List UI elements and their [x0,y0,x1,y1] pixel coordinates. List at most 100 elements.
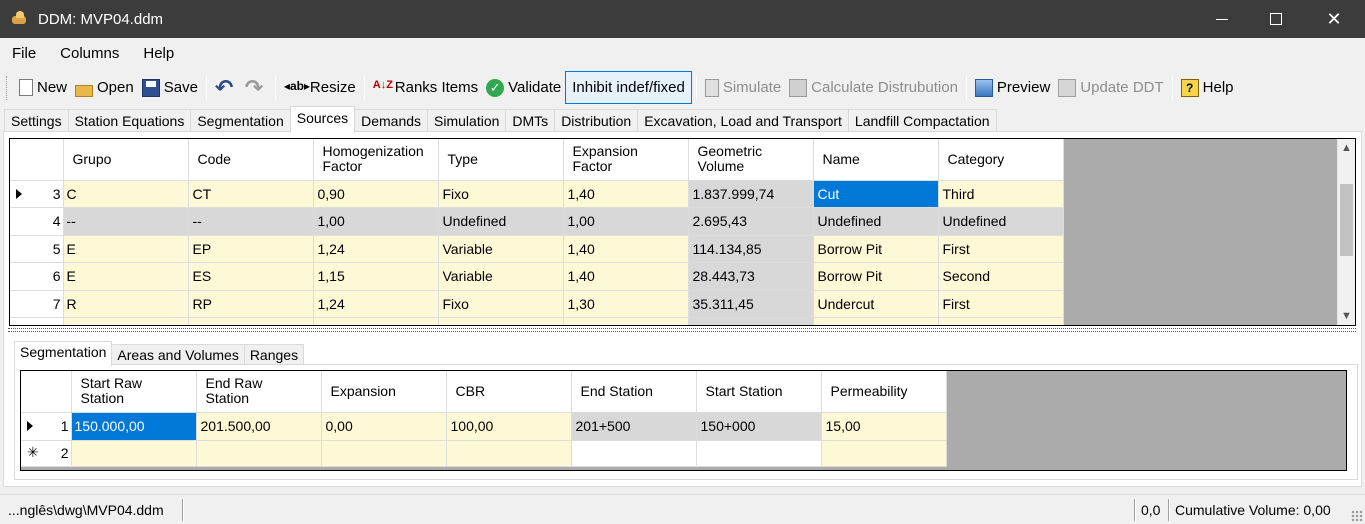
row-header-corner[interactable] [21,371,72,413]
grid-cell[interactable]: 1,00 [563,207,689,236]
sources-column-header[interactable]: Expansion Factor [563,139,689,181]
sources-column-header[interactable]: Category [938,139,1064,181]
validate-button[interactable]: ✓ Validate [482,72,565,104]
grid-cell[interactable]: First [938,235,1064,263]
grid-cell[interactable] [63,317,189,325]
segmentation-column-header[interactable]: Start Station [696,371,822,413]
sources-column-header[interactable]: Name [813,139,939,181]
row-header-corner[interactable] [10,139,64,181]
grid-cell[interactable] [696,440,822,467]
grid-cell[interactable] [821,440,947,467]
grid-cell[interactable]: E [63,262,189,291]
grid-cell[interactable]: Cut [813,180,939,208]
table-row[interactable]: 1 150.000,00 201.500,00 0,00 100,00 201+500 15… [21,412,947,441]
tab-excavation-load-transport[interactable]: Excavation, Load and Transport [637,109,849,132]
resize-grip-icon[interactable] [1351,510,1363,522]
grid-cell[interactable]: -- [63,207,189,236]
row-header[interactable]: 3 [10,180,64,208]
ranks-items-button[interactable]: A↓Z Ranks Items [369,72,482,104]
grid-cell[interactable]: Fixo [438,180,564,208]
scroll-down-icon[interactable]: ▼ [1338,307,1355,325]
sources-column-header[interactable]: Type [438,139,564,181]
sources-vertical-scrollbar[interactable]: ▲ ▼ [1337,139,1355,325]
grid-cell[interactable]: Undefined [938,207,1064,236]
grid-cell[interactable]: 28.443,73 [688,262,814,291]
close-button[interactable]: ✕ [1303,0,1365,38]
grid-cell[interactable] [938,317,1064,325]
menu-file[interactable]: File [4,45,48,62]
grid-cell[interactable]: 35.311,45 [688,290,814,318]
segmentation-column-header[interactable]: Start Raw Station [71,371,197,413]
grid-cell[interactable]: Second [938,262,1064,291]
sources-column-header[interactable]: Grupo [63,139,189,181]
grid-cell[interactable]: Borrow Pit [813,262,939,291]
table-row[interactable] [10,317,1064,325]
grid-cell[interactable]: 1,40 [563,235,689,263]
grid-cell[interactable] [313,317,439,325]
grid-cell[interactable]: 1,24 [313,290,439,318]
grid-cell[interactable]: Fixo [438,290,564,318]
tab-sources[interactable]: Sources [289,106,356,133]
save-button[interactable]: Save [138,72,202,104]
grid-cell[interactable]: RP [188,290,314,318]
grid-cell[interactable]: 0,90 [313,180,439,208]
grid-cell[interactable] [10,317,64,325]
table-row[interactable]: 6 E ES 1,15 Variable 1,40 28.443,73 Borrow Pit S… [10,262,1064,291]
redo-button[interactable]: ↷ [241,72,271,104]
grid-cell[interactable]: 15,00 [821,412,947,441]
grid-cell[interactable]: 150+000 [696,412,822,441]
tab-distribution[interactable]: Distribution [554,109,639,132]
update-ddt-button[interactable]: Update DDT [1054,72,1167,104]
grid-cell[interactable]: EP [188,235,314,263]
sources-column-header[interactable]: Homogenization Factor [313,139,439,181]
menu-columns[interactable]: Columns [52,45,131,62]
grid-cell[interactable]: 201+500 [571,412,697,441]
grid-cell[interactable]: CT [188,180,314,208]
grid-cell[interactable]: 1,24 [313,235,439,263]
tab-settings[interactable]: Settings [4,109,69,132]
segmentation-column-header[interactable]: End Raw Station [196,371,322,413]
row-header[interactable]: 4 [10,207,64,236]
sources-grid[interactable]: Grupo Code Homogenization Factor Type Expansi… [9,138,1356,326]
segmentation-column-header[interactable]: End Station [571,371,697,413]
segmentation-grid[interactable]: Start Raw Station End Raw Station Expansion C… [20,370,1347,471]
grid-cell[interactable] [813,317,939,325]
maximize-button[interactable] [1249,0,1303,38]
table-row[interactable]: ✳ 2 [21,440,947,467]
row-header[interactable]: 5 [10,235,64,263]
grid-cell[interactable]: First [938,290,1064,318]
tab-dmts[interactable]: DMTs [505,109,556,132]
grid-cell[interactable] [71,440,197,467]
new-button[interactable]: New [15,72,71,104]
grid-cell[interactable]: R [63,290,189,318]
grid-cell[interactable]: Undercut [813,290,939,318]
row-header[interactable]: 6 [10,262,64,291]
grid-cell[interactable]: Undefined [438,207,564,236]
grid-cell[interactable]: 1.837.999,74 [688,180,814,208]
grid-cell[interactable]: Variable [438,262,564,291]
grid-cell[interactable]: Third [938,180,1064,208]
tab-simulation[interactable]: Simulation [427,109,507,132]
sources-column-header[interactable]: Code [188,139,314,181]
subtab-ranges[interactable]: Ranges [243,344,305,365]
grid-cell[interactable]: 1,40 [563,180,689,208]
grid-cell[interactable]: 201.500,00 [196,412,322,441]
row-header[interactable]: 7 [10,290,64,318]
calculate-distribution-button[interactable]: Calculate Distrubution [785,72,962,104]
minimize-button[interactable] [1195,0,1249,38]
toolbar-grip[interactable] [6,75,9,100]
help-button[interactable]: ? Help [1177,72,1238,104]
table-row[interactable]: 3 C CT 0,90 Fixo 1,40 1.837.999,74 Cut Third [10,180,1064,208]
inhibit-indef-fixed-button[interactable]: Inhibit indef/fixed [565,71,692,104]
segmentation-column-header[interactable]: Expansion [321,371,447,413]
grid-cell[interactable]: -- [188,207,314,236]
grid-cell[interactable]: Borrow Pit [813,235,939,263]
grid-cell[interactable]: Variable [438,235,564,263]
preview-button[interactable]: Preview [971,72,1054,104]
grid-cell[interactable]: 1,40 [563,262,689,291]
tab-station-equations[interactable]: Station Equations [67,109,192,132]
grid-cell[interactable]: C [63,180,189,208]
table-row[interactable]: 5 E EP 1,24 Variable 1,40 114.134,85 Borrow Pit… [10,235,1064,263]
tab-segmentation[interactable]: Segmentation [190,109,291,132]
grid-cell[interactable] [438,317,564,325]
